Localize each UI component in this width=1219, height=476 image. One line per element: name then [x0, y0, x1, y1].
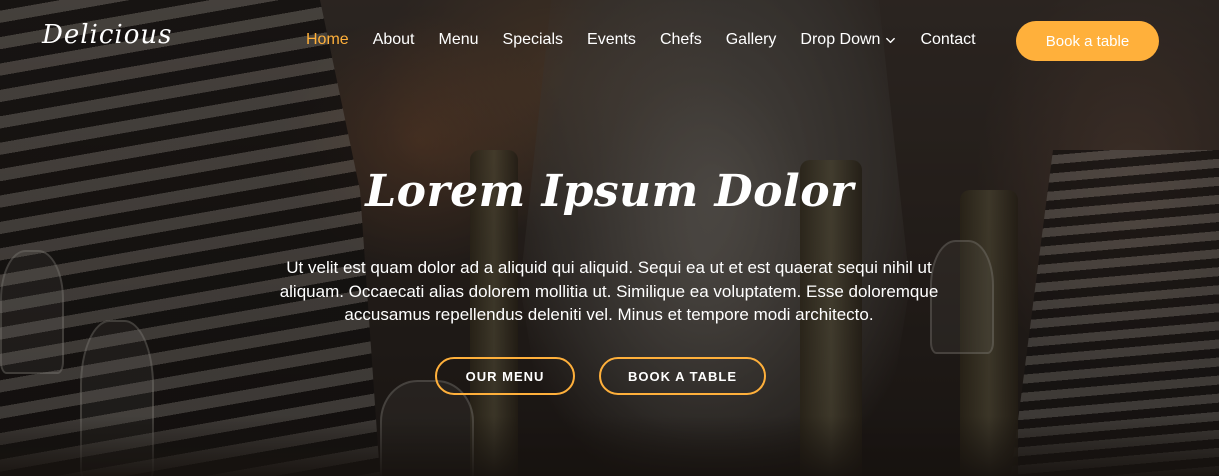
- hero-description: Ut velit est quam dolor ad a aliquid qui…: [279, 258, 939, 324]
- nav-item-gallery[interactable]: Gallery: [726, 31, 777, 49]
- nav-item-events[interactable]: Events: [587, 31, 636, 49]
- book-a-table-button[interactable]: BOOK A TABLE: [599, 357, 766, 395]
- site-logo[interactable]: Delicious: [42, 20, 172, 50]
- nav-item-about[interactable]: About: [373, 31, 415, 49]
- nav-item-chefs[interactable]: Chefs: [660, 31, 702, 49]
- our-menu-button[interactable]: OUR MENU: [435, 357, 575, 395]
- hero-title: Lorem Ipsum Dolor: [365, 166, 854, 217]
- main-nav: Home About Menu Specials Events Chefs Ga…: [306, 31, 1000, 49]
- nav-item-dropdown[interactable]: Drop Down: [800, 31, 896, 49]
- site-header: Delicious Home About Menu Specials Event…: [0, 0, 1219, 82]
- book-table-header-button[interactable]: Book a table: [1016, 21, 1159, 61]
- nav-item-menu[interactable]: Menu: [439, 31, 479, 49]
- nav-item-contact[interactable]: Contact: [920, 31, 975, 49]
- chevron-down-icon: [886, 37, 896, 43]
- nav-item-home[interactable]: Home: [306, 31, 349, 49]
- nav-item-dropdown-label: Drop Down: [800, 31, 881, 48]
- nav-item-specials[interactable]: Specials: [503, 31, 563, 49]
